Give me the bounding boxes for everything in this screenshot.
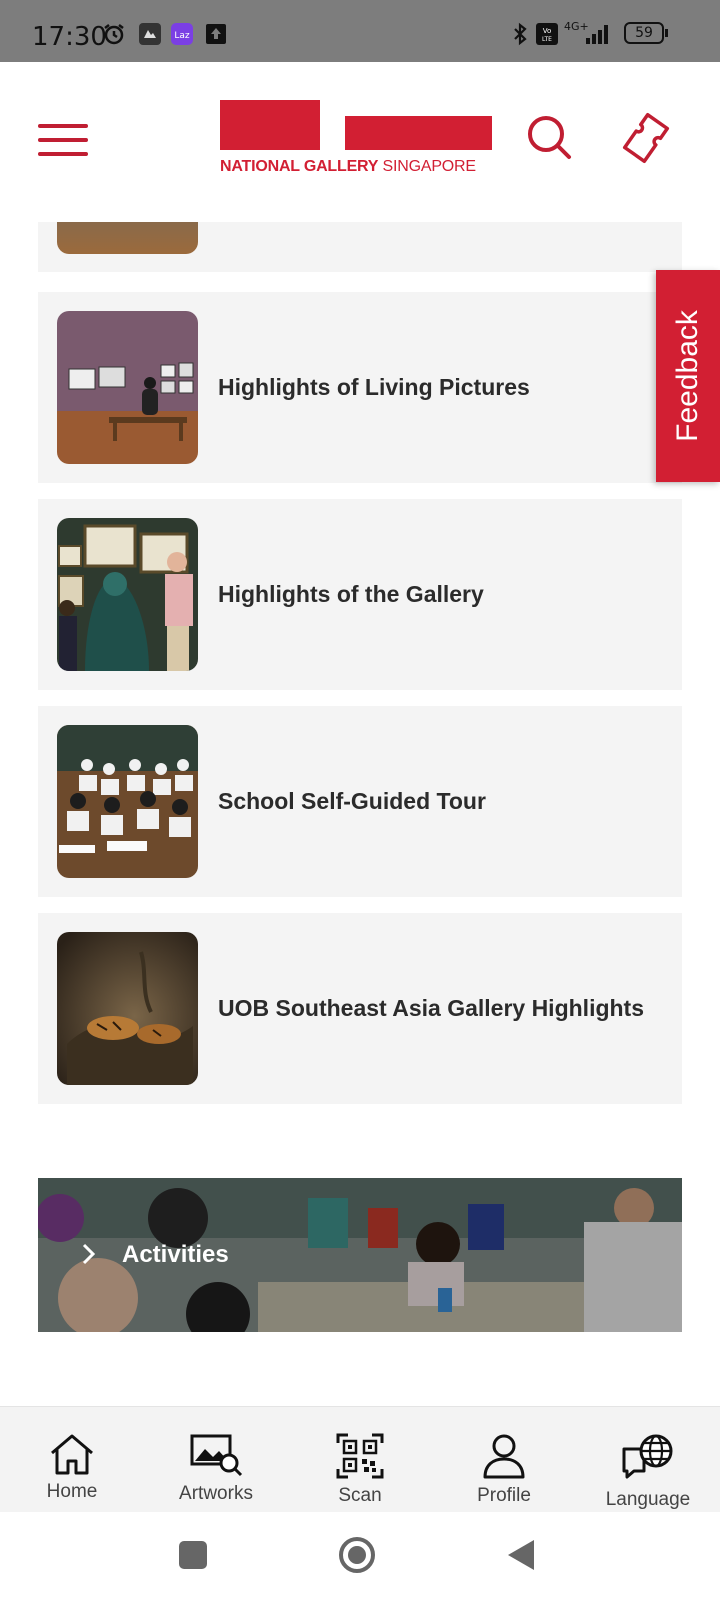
logo-text-regular: SINGAPORE xyxy=(382,158,477,175)
logo-wordmark: NATIONAL GALLERY SINGAPORE xyxy=(220,158,476,176)
bottom-tab-bar: Home Artworks Scan Profile Language xyxy=(0,1406,720,1513)
volte-icon: VoLTE xyxy=(536,23,558,45)
signal-icon xyxy=(586,25,608,44)
logo-block-left xyxy=(220,100,320,150)
bluetooth-icon xyxy=(514,22,527,46)
tab-artworks-label: Artworks xyxy=(179,1483,253,1504)
home-button[interactable] xyxy=(338,1536,376,1574)
tab-artworks[interactable]: Artworks xyxy=(144,1407,288,1513)
tab-home[interactable]: Home xyxy=(0,1407,144,1513)
search-icon[interactable] xyxy=(526,114,572,160)
tour-title: School Self-Guided Tour xyxy=(218,788,486,814)
tour-card[interactable]: School Self-Guided Tour xyxy=(38,706,682,897)
tab-profile-label: Profile xyxy=(477,1485,531,1506)
back-button[interactable] xyxy=(506,1538,536,1572)
recents-button[interactable] xyxy=(178,1540,208,1570)
tab-scan[interactable]: Scan xyxy=(288,1407,432,1513)
battery-tip xyxy=(665,29,668,37)
status-time: 17:30 xyxy=(32,22,107,52)
tab-scan-label: Scan xyxy=(338,1485,382,1506)
app-header: NATIONAL GALLERY SINGAPORE xyxy=(0,62,720,222)
tour-card-partial[interactable] xyxy=(38,222,682,272)
gallery-logo[interactable]: NATIONAL GALLERY SINGAPORE xyxy=(220,100,492,180)
tour-card[interactable]: UOB Southeast Asia Gallery Highlights xyxy=(38,913,682,1104)
upload-icon xyxy=(206,24,226,44)
activities-banner[interactable]: Activities xyxy=(38,1178,682,1332)
status-bar: 17:30 Laz Vo LTE 4G+ 59 xyxy=(0,0,720,62)
menu-icon[interactable] xyxy=(38,122,88,158)
tab-home-label: Home xyxy=(46,1481,98,1502)
feedback-label: Feedback xyxy=(671,310,704,442)
qr-scan-icon xyxy=(336,1433,384,1479)
logo-block-right xyxy=(345,116,492,150)
artworks-icon xyxy=(190,1434,243,1477)
svg-text:Laz: Laz xyxy=(174,31,190,41)
svg-text:Vo: Vo xyxy=(543,27,552,35)
app-icon xyxy=(139,23,161,45)
battery-level: 59 xyxy=(635,25,653,41)
lazada-icon: Laz xyxy=(171,23,193,45)
profile-icon xyxy=(483,1434,525,1479)
svg-text:LTE: LTE xyxy=(542,36,552,43)
feedback-tab[interactable]: Feedback xyxy=(656,270,720,482)
tour-thumbnail xyxy=(57,725,198,878)
home-icon xyxy=(51,1434,93,1475)
tour-thumbnail xyxy=(57,311,198,464)
tour-thumbnail xyxy=(57,932,198,1085)
language-icon xyxy=(622,1434,673,1479)
chevron-right-icon xyxy=(82,1243,96,1265)
tab-language-label: Language xyxy=(605,1489,691,1510)
battery-icon: 59 xyxy=(624,22,664,44)
tour-card[interactable]: Highlights of Living Pictures xyxy=(38,292,682,483)
tab-language[interactable]: Language xyxy=(576,1407,720,1513)
tour-title: UOB Southeast Asia Gallery Highlights xyxy=(218,995,645,1021)
logo-text-bold: NATIONAL GALLERY xyxy=(220,158,379,175)
tour-thumbnail-partial xyxy=(57,222,198,254)
activities-label: Activities xyxy=(122,1241,229,1268)
alarm-icon xyxy=(104,24,124,45)
system-navigation-bar xyxy=(0,1512,720,1600)
tour-card[interactable]: Highlights of the Gallery xyxy=(38,499,682,690)
ticket-icon[interactable] xyxy=(620,112,672,164)
tour-title: Highlights of the Gallery xyxy=(218,581,484,607)
tour-title: Highlights of Living Pictures xyxy=(218,374,530,400)
tab-profile[interactable]: Profile xyxy=(432,1407,576,1513)
tour-thumbnail xyxy=(57,518,198,671)
